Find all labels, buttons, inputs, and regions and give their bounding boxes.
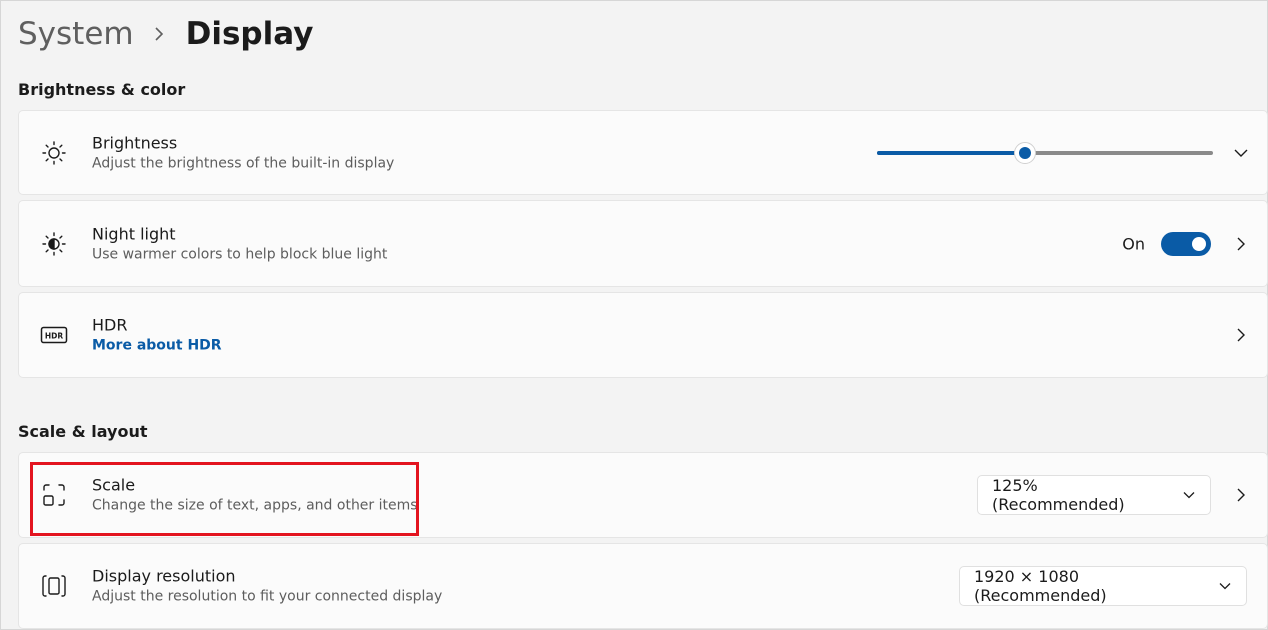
chevron-down-icon: [1182, 488, 1196, 502]
display-resolution-card[interactable]: Display resolution Adjust the resolution…: [18, 543, 1268, 629]
night-light-text: Night light Use warmer colors to help bl…: [92, 223, 387, 264]
page-title: Display: [185, 16, 314, 52]
chevron-right-icon[interactable]: [1231, 234, 1251, 254]
chevron-right-icon: [154, 26, 164, 42]
night-light-icon: [40, 230, 68, 258]
hdr-title: HDR: [92, 315, 128, 335]
brightness-text: Brightness Adjust the brightness of the …: [92, 132, 394, 173]
resolution-dropdown-value: 1920 × 1080 (Recommended): [974, 567, 1107, 605]
chevron-right-icon[interactable]: [1231, 485, 1251, 505]
scale-dropdown[interactable]: 125% (Recommended): [977, 475, 1211, 515]
brightness-slider[interactable]: [877, 141, 1213, 164]
brightness-card[interactable]: Brightness Adjust the brightness of the …: [18, 110, 1268, 195]
svg-text:HDR: HDR: [45, 332, 64, 341]
chevron-down-icon: [1218, 579, 1232, 593]
hdr-text: HDR More about HDR: [92, 315, 222, 356]
resolution-text: Display resolution Adjust the resolution…: [92, 566, 442, 607]
brightness-subtitle: Adjust the brightness of the built-in di…: [92, 155, 395, 171]
resolution-subtitle: Adjust the resolution to fit your connec…: [92, 588, 443, 605]
section-title-brightness-color: Brightness & color: [18, 80, 186, 99]
scale-dropdown-value: 125% (Recommended): [992, 476, 1125, 514]
sun-icon: [40, 139, 68, 167]
toggle-knob: [1192, 236, 1206, 251]
night-light-subtitle: Use warmer colors to help block blue lig…: [92, 246, 388, 262]
more-about-hdr-link[interactable]: More about HDR: [92, 337, 222, 356]
chevron-right-icon[interactable]: [1231, 325, 1251, 345]
scale-highlight-box: [30, 462, 419, 536]
breadcrumb-system-link[interactable]: System: [18, 16, 134, 52]
brightness-title: Brightness: [92, 133, 178, 152]
breadcrumb: System Display: [18, 11, 313, 57]
resolution-title: Display resolution: [92, 566, 236, 586]
night-light-card[interactable]: Night light Use warmer colors to help bl…: [18, 200, 1268, 287]
resolution-dropdown[interactable]: 1920 × 1080 (Recommended): [959, 566, 1247, 606]
hdr-card[interactable]: HDR HDR More about HDR: [18, 292, 1268, 378]
hdr-icon: HDR: [40, 321, 68, 349]
resolution-icon: [40, 572, 68, 600]
night-light-title: Night light: [92, 224, 176, 243]
chevron-down-icon[interactable]: [1231, 143, 1251, 163]
slider-fill: [877, 150, 1025, 155]
slider-thumb[interactable]: [1014, 141, 1036, 164]
section-title-scale-layout: Scale & layout: [18, 422, 148, 441]
night-light-state-label: On: [1122, 234, 1145, 253]
night-light-toggle[interactable]: [1161, 231, 1211, 256]
